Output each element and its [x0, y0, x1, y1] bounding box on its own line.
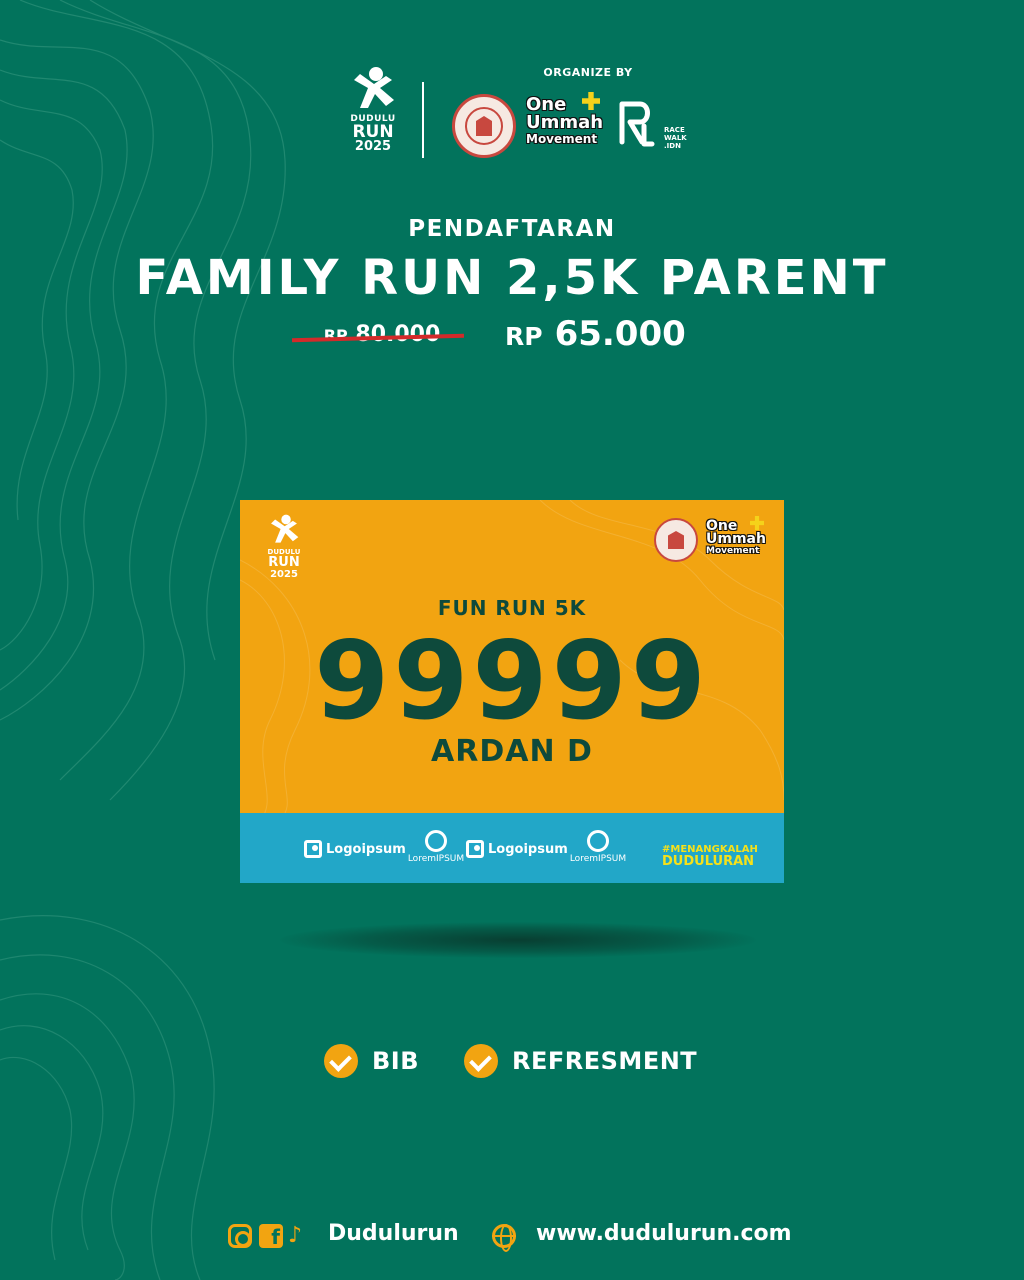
runner-icon: [354, 67, 394, 108]
bib-one-ummah-logo: One Ummah Movement: [706, 516, 766, 556]
footer: f ♪ Dudulurun www.dudulurun.com: [0, 1220, 1024, 1254]
event-title: FAMILY RUN 2,5K PARENT: [135, 250, 889, 306]
racewalk-icon: [619, 101, 655, 147]
globe-icon: [492, 1224, 516, 1252]
organize-by-label: ORGANIZE BY: [543, 66, 633, 79]
benefit-item: BIB: [324, 1044, 419, 1078]
logoipsum-icon: [466, 840, 484, 858]
bib-category: FUN RUN 5K: [437, 596, 587, 620]
race-bib-preview: DUDULU RUN 2025 One Ummah Movement FUN R…: [240, 500, 784, 883]
bib-number: 99999: [314, 619, 710, 744]
header-divider: [422, 82, 424, 158]
bib-dudulu-logo: DUDULU RUN 2025: [264, 514, 304, 584]
sponsor-logo: LoremIPSUM: [568, 830, 628, 864]
loremipsum-icon: [587, 830, 609, 852]
facebook-icon[interactable]: f: [259, 1224, 283, 1249]
bib-seal-logo: [654, 518, 698, 562]
logo-line2: RUN: [352, 122, 394, 142]
racewalk-logo: RACE WALK .IDN: [618, 96, 698, 156]
bib-runner-name: ARDAN D: [431, 734, 593, 769]
header: DUDULU RUN 2025 ORGANIZE BY One Ummah Mo…: [0, 62, 1024, 172]
social-handle[interactable]: Dudulurun: [328, 1221, 459, 1246]
sponsor-logo: Logoipsum: [466, 840, 568, 858]
one-ummah-logo: One Ummah Movement: [526, 92, 604, 146]
benefit-item: REFRESMENT: [464, 1044, 697, 1078]
bib-shadow: [280, 922, 756, 958]
sponsor-logo: Logoipsum: [304, 840, 406, 858]
check-icon: [324, 1044, 358, 1078]
runner-icon: [271, 514, 299, 543]
logo-line3: 2025: [354, 139, 392, 154]
sponsor-logo: LoremIPSUM: [406, 830, 466, 864]
website-link[interactable]: www.dudulurun.com: [536, 1221, 792, 1246]
instagram-icon[interactable]: [228, 1224, 252, 1248]
hashtag-badge: #MENANGKALAH DUDULURAN: [662, 844, 758, 869]
new-price: RP 65.000: [505, 314, 686, 354]
loremipsum-icon: [425, 830, 447, 852]
semut-lebah-seal-logo: [452, 94, 516, 158]
tiktok-icon[interactable]: ♪: [288, 1224, 312, 1248]
check-icon: [464, 1044, 498, 1078]
registration-label: PENDAFTARAN: [408, 216, 616, 242]
logoipsum-icon: [304, 840, 322, 858]
dudulu-run-logo: DUDULU RUN 2025: [346, 66, 400, 166]
